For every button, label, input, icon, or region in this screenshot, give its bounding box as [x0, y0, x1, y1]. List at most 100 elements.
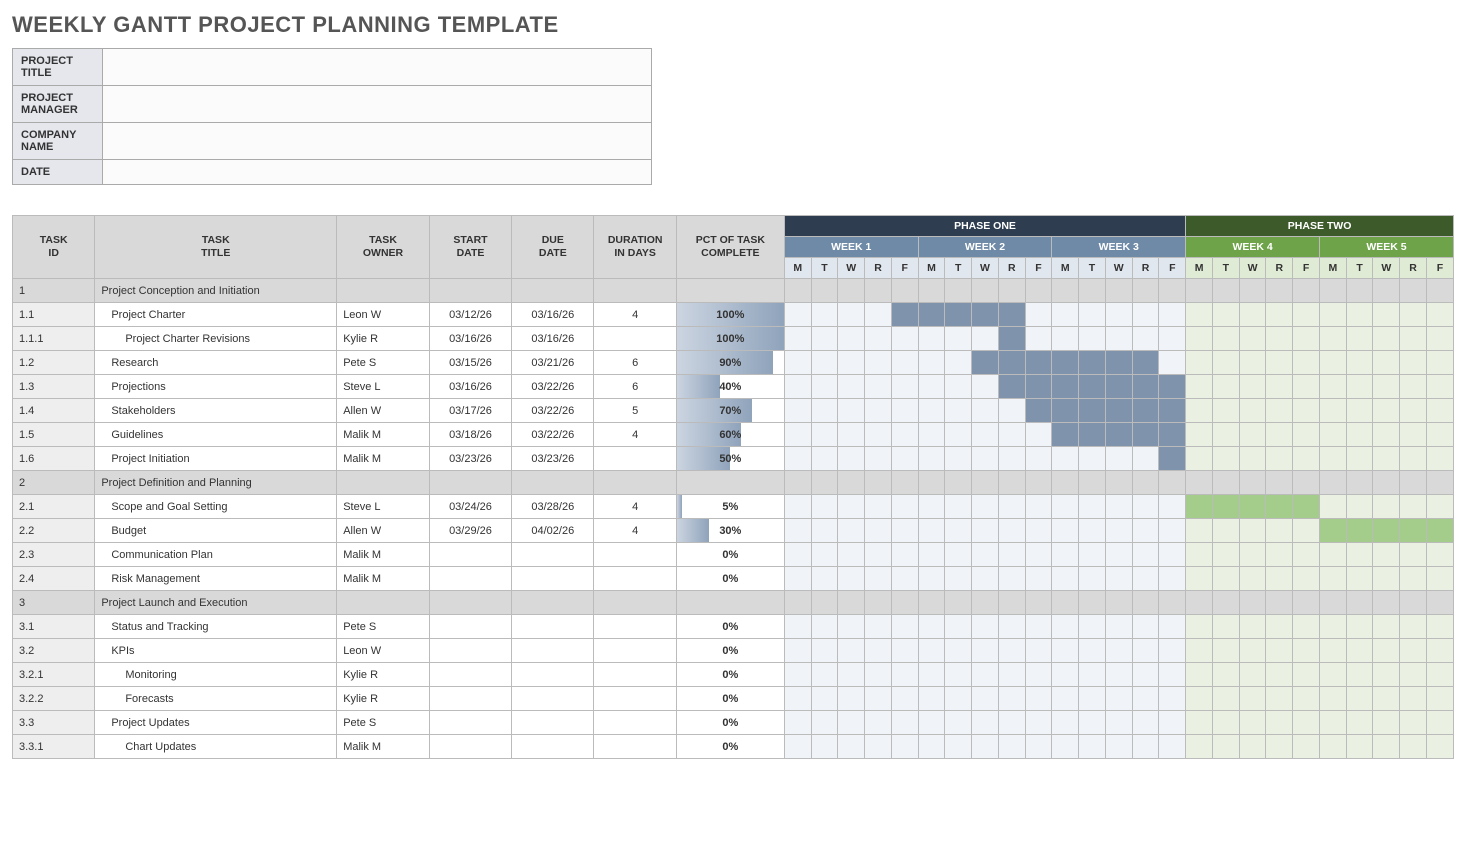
- cell-duration[interactable]: 4: [594, 495, 676, 519]
- cell-start[interactable]: 03/12/26: [429, 303, 511, 327]
- cell-task-id[interactable]: 1.3: [13, 375, 95, 399]
- cell-owner[interactable]: Kylie R: [337, 687, 430, 711]
- cell-pct[interactable]: 0%: [676, 543, 784, 567]
- cell-task-title[interactable]: Projections: [95, 375, 337, 399]
- cell-task-id[interactable]: 3.1: [13, 615, 95, 639]
- cell-task-id[interactable]: 3.2.2: [13, 687, 95, 711]
- cell-due[interactable]: 03/16/26: [512, 327, 594, 351]
- cell-due[interactable]: [512, 615, 594, 639]
- cell-task-id[interactable]: 1.1: [13, 303, 95, 327]
- cell-due[interactable]: 03/21/26: [512, 351, 594, 375]
- cell-duration[interactable]: [594, 447, 676, 471]
- cell-task-title[interactable]: Status and Tracking: [95, 615, 337, 639]
- cell-duration[interactable]: 4: [594, 519, 676, 543]
- cell-start[interactable]: [429, 735, 511, 759]
- cell-duration[interactable]: [594, 615, 676, 639]
- cell-pct[interactable]: 0%: [676, 663, 784, 687]
- cell-task-title[interactable]: Research: [95, 351, 337, 375]
- cell-due[interactable]: [512, 711, 594, 735]
- cell-duration[interactable]: [594, 471, 676, 495]
- cell-pct[interactable]: 0%: [676, 567, 784, 591]
- cell-task-title[interactable]: Monitoring: [95, 663, 337, 687]
- cell-due[interactable]: [512, 687, 594, 711]
- cell-owner[interactable]: [337, 591, 430, 615]
- cell-due[interactable]: 03/28/26: [512, 495, 594, 519]
- cell-task-title[interactable]: Project Updates: [95, 711, 337, 735]
- cell-start[interactable]: [429, 471, 511, 495]
- cell-pct[interactable]: 100%: [676, 303, 784, 327]
- cell-owner[interactable]: Leon W: [337, 639, 430, 663]
- cell-owner[interactable]: Pete S: [337, 615, 430, 639]
- cell-start[interactable]: 03/17/26: [429, 399, 511, 423]
- cell-owner[interactable]: Leon W: [337, 303, 430, 327]
- cell-due[interactable]: [512, 279, 594, 303]
- cell-duration[interactable]: [594, 567, 676, 591]
- cell-pct[interactable]: 30%: [676, 519, 784, 543]
- cell-task-title[interactable]: Communication Plan: [95, 543, 337, 567]
- cell-start[interactable]: [429, 687, 511, 711]
- cell-task-title[interactable]: Stakeholders: [95, 399, 337, 423]
- cell-pct[interactable]: 50%: [676, 447, 784, 471]
- cell-owner[interactable]: [337, 279, 430, 303]
- cell-duration[interactable]: 4: [594, 303, 676, 327]
- meta-value[interactable]: [103, 49, 652, 86]
- cell-task-id[interactable]: 1.5: [13, 423, 95, 447]
- cell-start[interactable]: 03/15/26: [429, 351, 511, 375]
- cell-owner[interactable]: Malik M: [337, 735, 430, 759]
- cell-start[interactable]: 03/16/26: [429, 327, 511, 351]
- cell-pct[interactable]: 0%: [676, 687, 784, 711]
- cell-start[interactable]: [429, 279, 511, 303]
- cell-start[interactable]: [429, 711, 511, 735]
- cell-due[interactable]: 03/22/26: [512, 375, 594, 399]
- cell-pct[interactable]: 0%: [676, 639, 784, 663]
- cell-pct[interactable]: [676, 279, 784, 303]
- cell-duration[interactable]: [594, 639, 676, 663]
- cell-start[interactable]: [429, 591, 511, 615]
- cell-owner[interactable]: Pete S: [337, 711, 430, 735]
- cell-task-title[interactable]: Project Initiation: [95, 447, 337, 471]
- cell-duration[interactable]: [594, 543, 676, 567]
- cell-start[interactable]: [429, 639, 511, 663]
- cell-due[interactable]: [512, 567, 594, 591]
- cell-pct[interactable]: [676, 471, 784, 495]
- cell-task-title[interactable]: Guidelines: [95, 423, 337, 447]
- cell-start[interactable]: 03/18/26: [429, 423, 511, 447]
- cell-owner[interactable]: Kylie R: [337, 327, 430, 351]
- cell-pct[interactable]: 70%: [676, 399, 784, 423]
- cell-task-id[interactable]: 1.4: [13, 399, 95, 423]
- cell-pct[interactable]: 60%: [676, 423, 784, 447]
- cell-due[interactable]: [512, 663, 594, 687]
- cell-owner[interactable]: [337, 471, 430, 495]
- cell-task-id[interactable]: 3.3: [13, 711, 95, 735]
- cell-task-id[interactable]: 2.4: [13, 567, 95, 591]
- cell-task-title[interactable]: Risk Management: [95, 567, 337, 591]
- cell-task-id[interactable]: 3.3.1: [13, 735, 95, 759]
- cell-start[interactable]: [429, 615, 511, 639]
- cell-task-id[interactable]: 3: [13, 591, 95, 615]
- cell-owner[interactable]: Steve L: [337, 375, 430, 399]
- cell-owner[interactable]: Kylie R: [337, 663, 430, 687]
- cell-pct[interactable]: [676, 591, 784, 615]
- cell-owner[interactable]: Malik M: [337, 423, 430, 447]
- cell-pct[interactable]: 0%: [676, 615, 784, 639]
- cell-owner[interactable]: Malik M: [337, 543, 430, 567]
- cell-start[interactable]: [429, 543, 511, 567]
- cell-task-id[interactable]: 3.2: [13, 639, 95, 663]
- cell-duration[interactable]: 6: [594, 375, 676, 399]
- cell-pct[interactable]: 5%: [676, 495, 784, 519]
- meta-value[interactable]: [103, 160, 652, 185]
- cell-duration[interactable]: [594, 327, 676, 351]
- cell-task-title[interactable]: Project Conception and Initiation: [95, 279, 337, 303]
- cell-due[interactable]: 03/22/26: [512, 423, 594, 447]
- cell-owner[interactable]: Malik M: [337, 447, 430, 471]
- cell-owner[interactable]: Allen W: [337, 399, 430, 423]
- cell-due[interactable]: [512, 639, 594, 663]
- cell-pct[interactable]: 40%: [676, 375, 784, 399]
- cell-task-title[interactable]: Project Charter: [95, 303, 337, 327]
- cell-start[interactable]: [429, 567, 511, 591]
- cell-due[interactable]: [512, 543, 594, 567]
- meta-value[interactable]: [103, 86, 652, 123]
- cell-due[interactable]: [512, 591, 594, 615]
- cell-start[interactable]: 03/24/26: [429, 495, 511, 519]
- cell-start[interactable]: 03/23/26: [429, 447, 511, 471]
